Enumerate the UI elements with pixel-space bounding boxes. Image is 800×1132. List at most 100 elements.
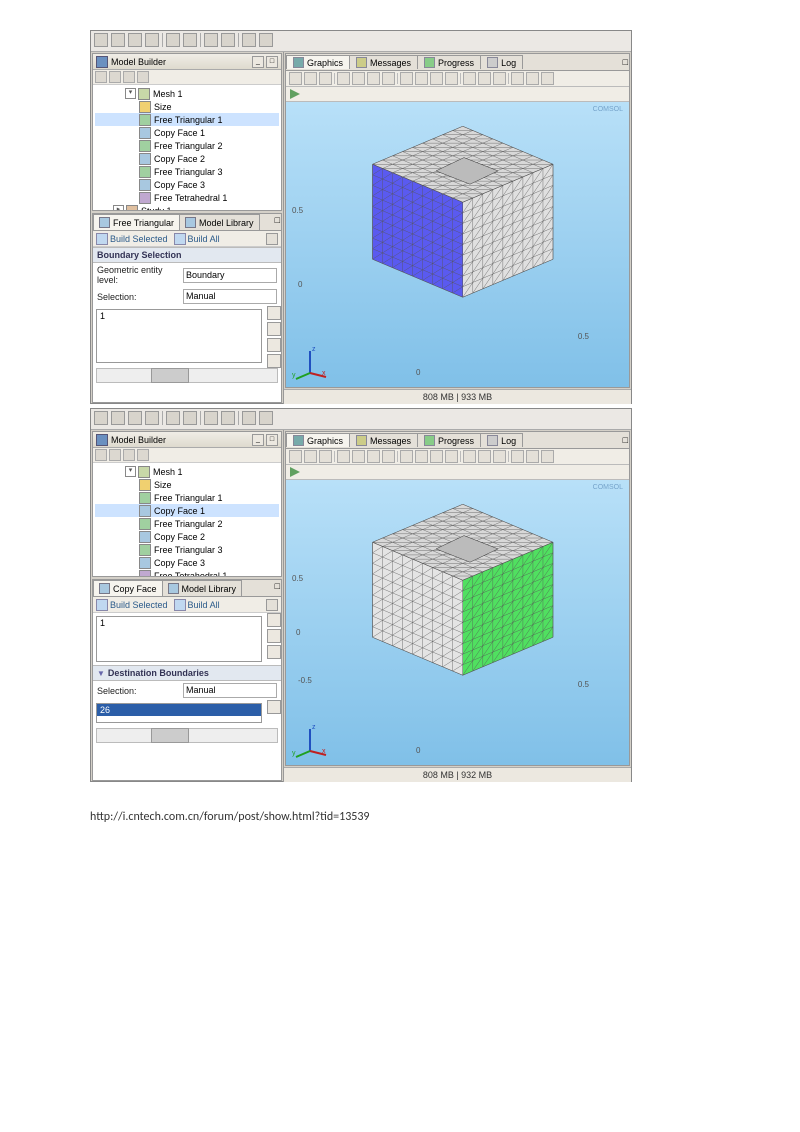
- toolbar-icon[interactable]: [541, 450, 554, 463]
- toolbar-icon[interactable]: [204, 33, 218, 47]
- help-icon[interactable]: [266, 599, 278, 611]
- toolbar-icon[interactable]: [304, 72, 317, 85]
- build-all-button[interactable]: Build All: [174, 233, 220, 245]
- toolbar-icon[interactable]: [445, 450, 458, 463]
- list-button-icon[interactable]: [267, 338, 281, 352]
- tree-item[interactable]: Size: [95, 478, 279, 491]
- tab-model-library[interactable]: Model Library: [179, 214, 260, 230]
- tree-item[interactable]: Free Tetrahedral 1: [95, 569, 279, 576]
- selection-list[interactable]: 1: [96, 309, 262, 363]
- scrollbar[interactable]: [96, 368, 278, 383]
- toolbar-icon[interactable]: [289, 450, 302, 463]
- tree-item[interactable]: Free Triangular 2: [95, 517, 279, 530]
- toolbar-icon[interactable]: [242, 33, 256, 47]
- toolbar-icon[interactable]: [166, 411, 180, 425]
- toolbar-icon[interactable]: [289, 72, 302, 85]
- viewport-3d[interactable]: COMSOL 0.5 0 -0.5 0.5 0 z: [286, 480, 629, 765]
- tab-progress[interactable]: Progress: [417, 433, 481, 447]
- model-tree[interactable]: ▾Mesh 1SizeFree Triangular 1Copy Face 1F…: [93, 463, 281, 576]
- list-item[interactable]: 1: [97, 617, 261, 629]
- toolbar-icon[interactable]: [94, 33, 108, 47]
- toolbar-icon[interactable]: [94, 411, 108, 425]
- toolbar-icon[interactable]: [109, 71, 121, 83]
- toolbar-icon[interactable]: [145, 33, 159, 47]
- toolbar-icon[interactable]: [463, 450, 476, 463]
- toolbar-icon[interactable]: [367, 72, 380, 85]
- tree-item[interactable]: Copy Face 3: [95, 178, 279, 191]
- tree-item[interactable]: Copy Face 3: [95, 556, 279, 569]
- model-tree[interactable]: ▾Mesh 1SizeFree Triangular 1Copy Face 1F…: [93, 85, 281, 210]
- build-selected-button[interactable]: Build Selected: [96, 599, 168, 611]
- tree-item[interactable]: Copy Face 2: [95, 530, 279, 543]
- toolbar-icon[interactable]: [109, 449, 121, 461]
- list-item[interactable]: 1: [97, 310, 261, 322]
- panel-control-icon[interactable]: □: [623, 435, 628, 445]
- maximize-icon[interactable]: □: [266, 56, 278, 68]
- toolbar-icon[interactable]: [111, 411, 125, 425]
- section-boundary-selection[interactable]: Boundary Selection: [93, 247, 281, 263]
- list-button-icon[interactable]: [267, 322, 281, 336]
- tree-item[interactable]: Free Triangular 1: [95, 113, 279, 126]
- tab-progress[interactable]: Progress: [417, 55, 481, 69]
- tab-messages[interactable]: Messages: [349, 433, 418, 447]
- toolbar-icon[interactable]: [145, 411, 159, 425]
- toolbar-icon[interactable]: [478, 72, 491, 85]
- toolbar-icon[interactable]: [137, 449, 149, 461]
- toolbar-icon[interactable]: [400, 450, 413, 463]
- toolbar-icon[interactable]: [478, 450, 491, 463]
- tab-log[interactable]: Log: [480, 55, 523, 69]
- selection-dropdown[interactable]: Manual: [183, 289, 277, 304]
- tab-model-library[interactable]: Model Library: [162, 580, 243, 596]
- build-all-button[interactable]: Build All: [174, 599, 220, 611]
- tree-item[interactable]: Free Tetrahedral 1: [95, 191, 279, 204]
- panel-control-icon[interactable]: □: [275, 581, 280, 595]
- source-list[interactable]: 1: [96, 616, 262, 662]
- expand-icon[interactable]: ▾: [125, 88, 136, 99]
- toolbar-icon[interactable]: [183, 411, 197, 425]
- toolbar-icon[interactable]: [337, 450, 350, 463]
- toolbar-icon[interactable]: [242, 411, 256, 425]
- viewport-3d[interactable]: COMSOL 0.5 0 0.5 0 z x: [286, 102, 629, 387]
- toolbar-icon[interactable]: [400, 72, 413, 85]
- play-icon[interactable]: [290, 467, 300, 477]
- tab-free-triangular[interactable]: Free Triangular: [93, 214, 180, 230]
- toolbar-icon[interactable]: [445, 72, 458, 85]
- minimize-icon[interactable]: _: [252, 56, 264, 68]
- toolbar-icon[interactable]: [367, 450, 380, 463]
- expand-icon[interactable]: ▾: [125, 466, 136, 477]
- tree-item[interactable]: Free Triangular 1: [95, 491, 279, 504]
- list-button-icon[interactable]: [267, 629, 281, 643]
- help-icon[interactable]: [266, 233, 278, 245]
- toolbar-icon[interactable]: [430, 450, 443, 463]
- tree-item[interactable]: Free Triangular 2: [95, 139, 279, 152]
- build-selected-button[interactable]: Build Selected: [96, 233, 168, 245]
- toolbar-icon[interactable]: [111, 33, 125, 47]
- list-button-icon[interactable]: [267, 354, 281, 368]
- toolbar-icon[interactable]: [128, 33, 142, 47]
- toolbar-icon[interactable]: [352, 450, 365, 463]
- destination-list[interactable]: 26: [96, 703, 262, 723]
- list-item[interactable]: 26: [97, 704, 261, 716]
- toolbar-icon[interactable]: [511, 72, 524, 85]
- toolbar-icon[interactable]: [337, 72, 350, 85]
- expand-icon[interactable]: ▸: [113, 205, 124, 210]
- panel-control-icon[interactable]: □: [275, 215, 280, 229]
- toolbar-icon[interactable]: [221, 33, 235, 47]
- toolbar-icon[interactable]: [493, 72, 506, 85]
- tab-graphics[interactable]: Graphics: [286, 433, 350, 447]
- toolbar-icon[interactable]: [415, 72, 428, 85]
- toolbar-icon[interactable]: [382, 72, 395, 85]
- toolbar-icon[interactable]: [259, 33, 273, 47]
- minimize-icon[interactable]: _: [252, 434, 264, 446]
- toolbar-icon[interactable]: [382, 450, 395, 463]
- toolbar-icon[interactable]: [204, 411, 218, 425]
- tree-item[interactable]: Free Triangular 3: [95, 543, 279, 556]
- tree-item[interactable]: ▸Study 1: [95, 204, 279, 210]
- toolbar-icon[interactable]: [319, 72, 332, 85]
- section-destination-boundaries[interactable]: ▼Destination Boundaries: [93, 665, 281, 681]
- toolbar-icon[interactable]: [493, 450, 506, 463]
- toolbar-icon[interactable]: [463, 72, 476, 85]
- maximize-icon[interactable]: □: [266, 434, 278, 446]
- tab-copy-face[interactable]: Copy Face: [93, 580, 163, 596]
- toolbar-icon[interactable]: [259, 411, 273, 425]
